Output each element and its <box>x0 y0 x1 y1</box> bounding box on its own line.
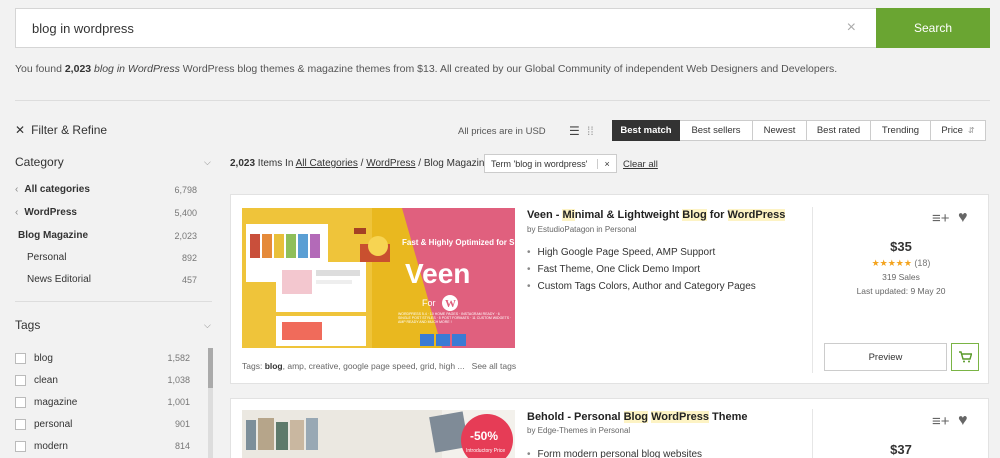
feature-list: Form modern personal blog websites <box>527 449 703 458</box>
add-to-collection-icon[interactable]: ≡+ <box>932 210 950 227</box>
last-updated: Last updated: 9 May 20 <box>856 286 946 296</box>
tag-modern[interactable]: modern <box>15 439 68 453</box>
tags-scrollbar-thumb[interactable] <box>208 348 213 388</box>
veen-logo-text: Veen <box>405 258 470 289</box>
add-to-cart-button[interactable] <box>951 343 979 371</box>
clear-search-icon[interactable]: × <box>847 19 856 37</box>
divider <box>15 100 990 101</box>
term-chip: Term 'blog in wordpress' × <box>484 154 617 173</box>
tag-count: 1,038 <box>167 375 190 385</box>
discount-badge: -50% <box>470 429 498 443</box>
price: $37 <box>890 442 912 457</box>
sort-arrows-icon: ⇵ <box>967 126 975 135</box>
sort-best-rated[interactable]: Best rated <box>807 120 871 141</box>
category-wordpress[interactable]: ‹ WordPress <box>15 207 77 218</box>
clear-all-link[interactable]: Clear all <box>623 159 658 170</box>
tag-count: 814 <box>174 441 190 451</box>
tag-magazine[interactable]: magazine <box>15 395 77 409</box>
checkbox[interactable] <box>15 352 26 364</box>
price: $35 <box>890 239 912 254</box>
category-count: 5,400 <box>174 208 197 218</box>
heart-icon[interactable]: ♥ <box>958 209 968 227</box>
remove-term-icon[interactable]: × <box>597 158 610 169</box>
close-icon: ✕ <box>15 123 26 137</box>
chevron-left-icon: ‹ <box>15 184 19 195</box>
divider <box>15 301 212 302</box>
results-summary: You found 2,023 blog in WordPress WordPr… <box>15 63 838 75</box>
breadcrumb: 2,023 Items In All Categories / WordPres… <box>230 158 490 169</box>
breadcrumb-all-categories[interactable]: All Categories <box>296 158 358 169</box>
category-news-editorial[interactable]: News Editorial <box>27 274 91 285</box>
rating: ★★★★★ (18) <box>871 258 931 268</box>
search-button[interactable]: Search <box>876 8 990 48</box>
category-personal[interactable]: Personal <box>27 252 66 263</box>
result-card: Fast & Highly Optimized for Speed Veen F… <box>230 194 989 384</box>
feature-item: Custom Tags Colors, Author and Category … <box>527 281 756 298</box>
divider <box>812 207 813 373</box>
see-all-tags-link[interactable]: See all tags <box>472 361 516 371</box>
checkbox[interactable] <box>15 374 26 386</box>
preview-button[interactable]: Preview <box>824 343 947 371</box>
theme-thumbnail[interactable]: -50% Introductory Price <box>242 410 515 458</box>
feature-list-text: WORDPRESS 5.4 · 10 HOME PAGES · INSTAGRA… <box>398 312 512 324</box>
chevron-down-icon[interactable]: ⌵ <box>204 320 211 331</box>
sort-best-sellers[interactable]: Best sellers <box>680 120 753 141</box>
category-count: 457 <box>181 275 197 285</box>
add-to-collection-icon[interactable]: ≡+ <box>932 413 950 430</box>
tag-count: 901 <box>174 419 190 429</box>
result-card: -50% Introductory Price Behold - Persona… <box>230 398 989 458</box>
category-count: 6,798 <box>174 185 197 195</box>
sort-newest[interactable]: Newest <box>753 120 807 141</box>
banner-text: Fast & Highly Optimized for Speed <box>402 238 515 247</box>
category-blog-magazine[interactable]: Blog Magazine <box>18 230 88 241</box>
feature-list: High Google Page Speed, AMP Support Fast… <box>527 247 756 298</box>
feature-item: High Google Page Speed, AMP Support <box>527 247 756 264</box>
theme-title[interactable]: Behold - Personal Blog WordPress Theme <box>527 411 747 423</box>
checkbox[interactable] <box>15 396 26 408</box>
feature-item: Fast Theme, One Click Demo Import <box>527 264 756 281</box>
sort-price[interactable]: Price ⇵ <box>931 120 986 141</box>
chevron-left-icon: ‹ <box>15 207 19 218</box>
search-input[interactable] <box>32 21 812 36</box>
checkbox[interactable] <box>15 418 26 430</box>
filter-refine-toggle[interactable]: ✕ Filter & Refine <box>15 123 107 137</box>
heart-icon[interactable]: ♥ <box>958 412 968 430</box>
chevron-down-icon[interactable]: ⌵ <box>204 157 211 168</box>
search-bar: × <box>15 8 877 48</box>
category-title: Category <box>15 155 64 169</box>
tag-personal[interactable]: personal <box>15 417 72 431</box>
theme-title[interactable]: Veen - Minimal & Lightweight Blog for Wo… <box>527 209 786 221</box>
tag-count: 1,582 <box>167 353 190 363</box>
theme-author[interactable]: by EstudioPatagon in Personal <box>527 225 636 234</box>
feature-item: Form modern personal blog websites <box>527 449 703 458</box>
category-count: 2,023 <box>174 231 197 241</box>
sort-best-match[interactable]: Best match <box>612 120 680 141</box>
tag-blog[interactable]: blog <box>15 351 53 365</box>
list-view-icon[interactable]: ☰ <box>569 124 580 138</box>
tags-title: Tags <box>15 318 41 332</box>
checkbox[interactable] <box>15 440 26 452</box>
divider <box>812 409 813 458</box>
sales-count: 319 Sales <box>882 272 920 282</box>
theme-author[interactable]: by Edge-Themes in Personal <box>527 426 630 435</box>
tag-count: 1,001 <box>167 397 190 407</box>
for-text: For <box>422 298 436 308</box>
theme-thumbnail[interactable]: Fast & Highly Optimized for Speed Veen F… <box>242 208 515 348</box>
breadcrumb-wordpress[interactable]: WordPress <box>366 158 415 169</box>
category-all[interactable]: ‹ All categories <box>15 184 90 195</box>
cart-icon <box>959 351 972 363</box>
discount-subtext: Introductory Price <box>466 448 505 454</box>
theme-tags: Tags: blog, amp, creative, google page s… <box>242 361 517 371</box>
category-count: 892 <box>181 253 197 263</box>
grid-view-icon[interactable]: ⁞⁞ <box>587 124 594 138</box>
sort-trending[interactable]: Trending <box>871 120 931 141</box>
wordpress-icon: W <box>445 298 456 310</box>
sort-tabs: Best match Best sellers Newest Best rate… <box>612 120 986 141</box>
prices-note: All prices are in USD <box>458 126 546 137</box>
tag-clean[interactable]: clean <box>15 373 58 387</box>
